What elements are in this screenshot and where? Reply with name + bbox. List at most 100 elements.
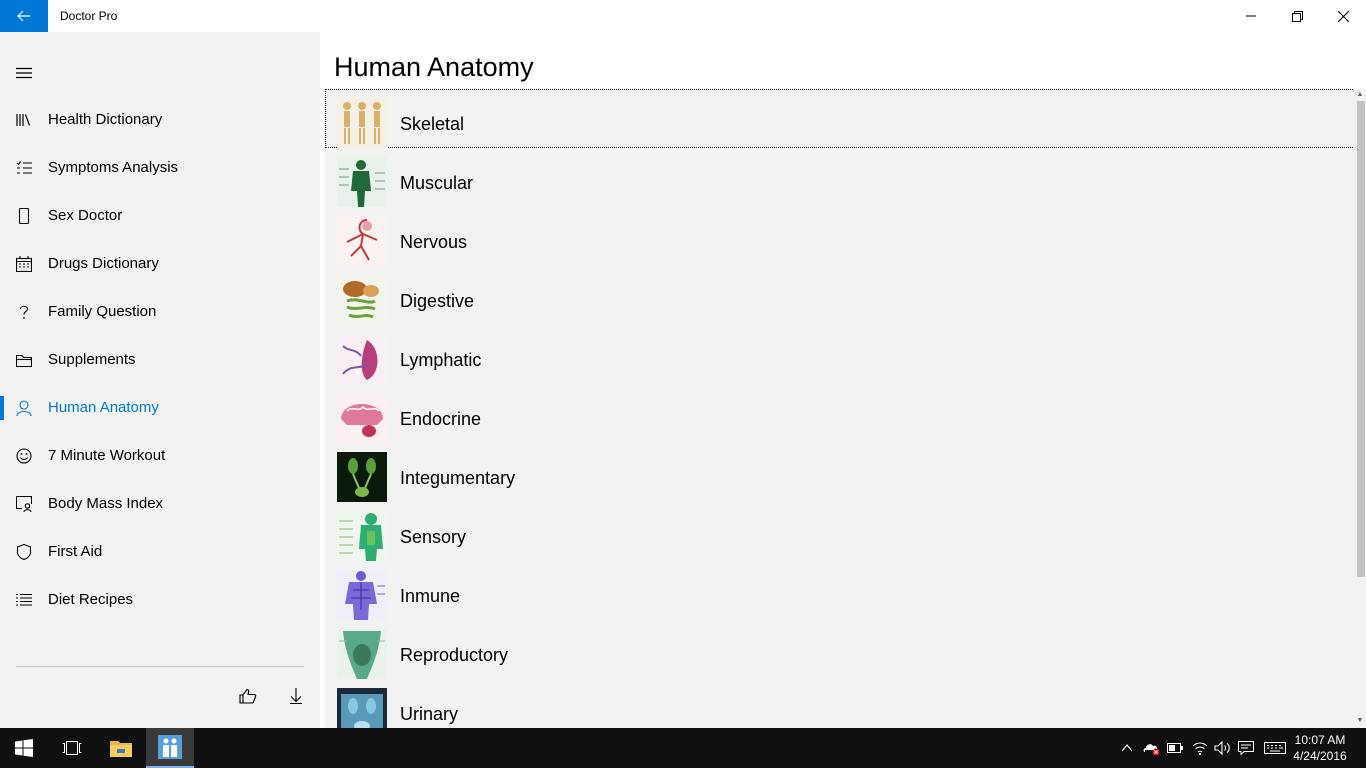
sidebar-item-label: Body Mass Index xyxy=(48,495,164,512)
chevron-up-icon[interactable] xyxy=(1119,740,1135,756)
phone-icon xyxy=(16,208,32,224)
sidebar-item-symptoms-analysis[interactable]: Symptoms Analysis xyxy=(0,144,320,192)
list-item-label: Integumentary xyxy=(400,468,516,488)
urinary-thumbnail xyxy=(337,688,387,728)
list-item-sensory[interactable]: Sensory xyxy=(325,502,1355,561)
taskbar-clock[interactable]: 10:07 AM 4/24/2016 xyxy=(1288,732,1352,764)
title-bar: Doctor Pro xyxy=(0,0,1366,32)
list-item-label: Endocrine xyxy=(400,409,482,429)
checklist-icon xyxy=(16,160,32,176)
sidebar-item-label: First Aid xyxy=(48,543,103,560)
hamburger-menu-button[interactable] xyxy=(16,66,34,80)
sidebar-item-health-dictionary[interactable]: Health Dictionary xyxy=(0,96,320,144)
sidebar-item-supplements[interactable]: Supplements xyxy=(0,336,320,384)
sidebar-item-label: 7 Minute Workout xyxy=(48,447,166,464)
contact-card-icon xyxy=(16,496,32,512)
page-title: Human Anatomy xyxy=(334,52,534,82)
download-icon xyxy=(290,688,302,704)
back-button[interactable] xyxy=(0,0,48,32)
list-item-lymphatic[interactable]: Lymphatic xyxy=(325,325,1355,384)
onedrive-error-icon[interactable] xyxy=(1143,740,1159,756)
integumentary-thumbnail xyxy=(337,452,387,502)
taskbar: 10:07 AM 4/24/2016 xyxy=(0,728,1366,768)
scroll-down-icon[interactable]: ▼ xyxy=(1356,717,1364,725)
minimize-icon xyxy=(1246,15,1256,17)
sidebar: Health Dictionary Symptoms Analysis Sex … xyxy=(0,32,320,728)
sidebar-item-7-minute-workout[interactable]: 7 Minute Workout xyxy=(0,432,320,480)
list-item-label: Digestive xyxy=(400,291,475,311)
app-title: Doctor Pro xyxy=(60,9,118,23)
sidebar-item-sex-doctor[interactable]: Sex Doctor xyxy=(0,192,320,240)
person-icon xyxy=(16,400,32,416)
calendar-icon xyxy=(16,256,32,272)
scroll-thumb[interactable] xyxy=(1357,101,1365,577)
task-view-icon xyxy=(62,741,82,755)
list-item-muscular[interactable]: Muscular xyxy=(325,148,1355,207)
anatomy-list: Skeletal Muscular Nervous Digestive Lymp… xyxy=(325,89,1355,728)
list-item-nervous[interactable]: Nervous xyxy=(325,207,1355,266)
list-item-digestive[interactable]: Digestive xyxy=(325,266,1355,325)
list-item-urinary[interactable]: Urinary xyxy=(325,679,1355,728)
list-icon xyxy=(16,592,32,608)
close-icon xyxy=(1337,10,1349,22)
sidebar-item-diet-recipes[interactable]: Diet Recipes xyxy=(0,576,320,624)
restore-icon xyxy=(1291,10,1303,22)
task-view-button[interactable] xyxy=(48,728,96,768)
doctor-pro-app-icon xyxy=(158,735,182,759)
restore-button[interactable] xyxy=(1274,0,1320,32)
battery-icon[interactable] xyxy=(1167,740,1183,756)
sidebar-item-body-mass-index[interactable]: Body Mass Index xyxy=(0,480,320,528)
download-button[interactable] xyxy=(284,684,308,708)
list-item-label: Urinary xyxy=(400,704,459,724)
minimize-button[interactable] xyxy=(1228,0,1274,32)
list-item-label: Lymphatic xyxy=(400,350,482,370)
endocrine-thumbnail xyxy=(337,393,387,443)
sidebar-item-label: Sex Doctor xyxy=(48,207,123,224)
nervous-thumbnail xyxy=(337,216,387,266)
digestive-thumbnail xyxy=(337,275,387,325)
list-item-integumentary[interactable]: Integumentary xyxy=(325,443,1355,502)
wifi-icon[interactable] xyxy=(1192,740,1208,756)
scroll-up-icon[interactable]: ▲ xyxy=(1356,91,1364,99)
windows-logo-icon xyxy=(15,739,33,757)
file-explorer-button[interactable] xyxy=(97,728,145,768)
list-item-label: Muscular xyxy=(400,173,474,193)
sidebar-item-drugs-dictionary[interactable]: Drugs Dictionary xyxy=(0,240,320,288)
start-button[interactable] xyxy=(0,728,48,768)
thumbs-up-icon xyxy=(239,688,257,704)
vertical-scrollbar[interactable]: ▲ ▼ xyxy=(1354,89,1366,728)
shield-icon xyxy=(16,544,32,560)
volume-icon[interactable] xyxy=(1214,740,1230,756)
nav-list: Health Dictionary Symptoms Analysis Sex … xyxy=(0,96,320,624)
clock-time: 10:07 AM xyxy=(1294,733,1346,747)
list-item-inmune[interactable]: Inmune xyxy=(325,561,1355,620)
sidebar-item-label: Health Dictionary xyxy=(48,111,163,128)
sensory-thumbnail xyxy=(337,511,387,561)
muscular-thumbnail xyxy=(337,157,387,207)
list-item-label: Sensory xyxy=(400,527,467,547)
doctor-pro-taskbar-button[interactable] xyxy=(146,728,194,768)
sidebar-item-family-question[interactable]: Family Question xyxy=(0,288,320,336)
action-center-icon[interactable] xyxy=(1238,740,1254,756)
sidebar-divider xyxy=(16,666,304,667)
question-icon xyxy=(16,304,32,320)
list-item-skeletal[interactable]: Skeletal xyxy=(325,89,1355,148)
list-item-reproductory[interactable]: Reproductory xyxy=(325,620,1355,679)
hamburger-icon xyxy=(16,67,32,79)
skeletal-thumbnail xyxy=(337,98,387,148)
keyboard-icon[interactable] xyxy=(1264,740,1286,756)
lymphatic-thumbnail xyxy=(337,334,387,384)
sidebar-item-label: Human Anatomy xyxy=(48,399,159,416)
list-item-label: Nervous xyxy=(400,232,468,252)
list-item-endocrine[interactable]: Endocrine xyxy=(325,384,1355,443)
close-button[interactable] xyxy=(1320,0,1366,32)
sidebar-item-label: Diet Recipes xyxy=(48,591,134,608)
reproductory-thumbnail xyxy=(337,629,387,679)
inmune-thumbnail xyxy=(337,570,387,620)
sidebar-item-human-anatomy[interactable]: Human Anatomy xyxy=(0,384,320,432)
list-item-label: Skeletal xyxy=(400,114,465,134)
sidebar-item-first-aid[interactable]: First Aid xyxy=(0,528,320,576)
like-button[interactable] xyxy=(236,684,260,708)
sidebar-item-label: Drugs Dictionary xyxy=(48,255,159,272)
sidebar-item-label: Supplements xyxy=(48,351,136,368)
